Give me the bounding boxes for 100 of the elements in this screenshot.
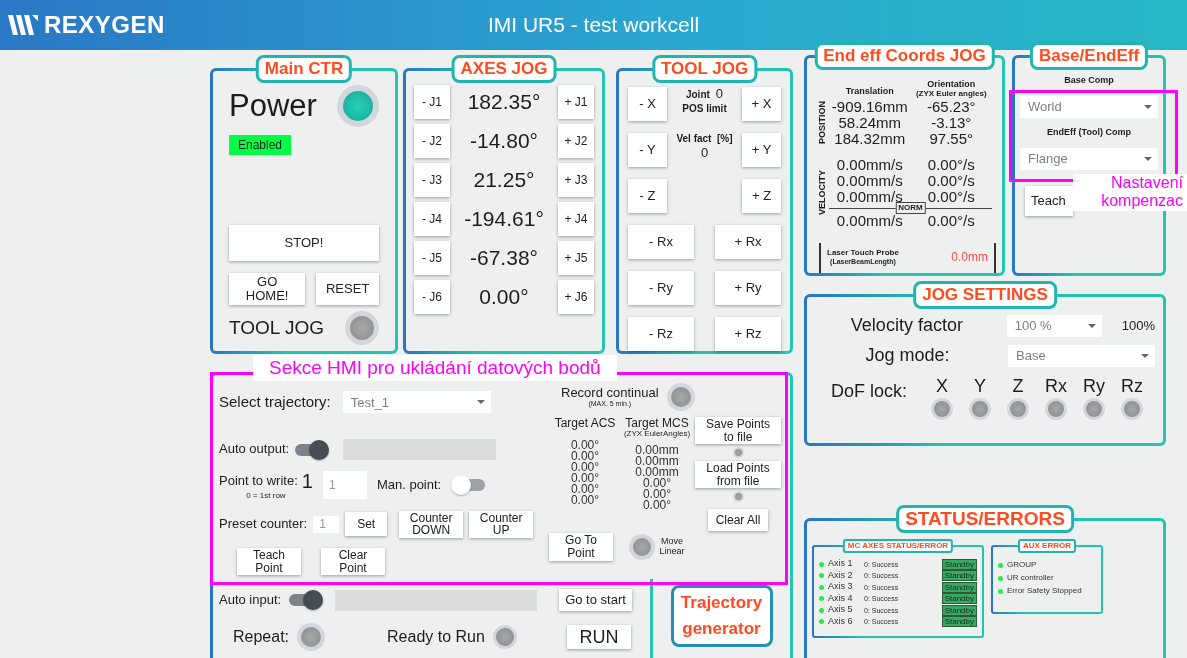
jog-plus-button[interactable]: + J2 <box>558 124 594 158</box>
jog-minus-button[interactable]: - Y <box>628 133 667 167</box>
jog-minus-button[interactable]: - Rz <box>628 317 694 351</box>
load-points-button[interactable]: Load Points from file <box>695 461 781 489</box>
stop-button[interactable]: STOP! <box>229 225 379 261</box>
axis-label: Z <box>1012 376 1024 397</box>
save-points-button[interactable]: Save Points to file <box>695 417 781 445</box>
panel-title: TOOL JOG <box>651 55 758 83</box>
aux-name: GROUP <box>1007 560 1037 570</box>
axis-name: Axis 3 <box>828 582 854 593</box>
logo-text: REXYGEN <box>44 11 165 39</box>
orientation-value: 0.00°/s <box>926 212 976 229</box>
jog-plus-button[interactable]: + J5 <box>558 241 594 275</box>
go-home-button[interactable]: GO HOME! <box>229 273 306 305</box>
jog-plus-button[interactable]: + J1 <box>558 85 594 119</box>
axis-label: Y <box>974 376 986 397</box>
jog-minus-button[interactable]: - X <box>628 87 667 121</box>
go-to-start-button[interactable]: Go to start <box>559 589 632 611</box>
base-comp-label: Base Comp <box>1064 76 1114 86</box>
target-value: 0.00mm <box>635 445 679 456</box>
orientation-header: Orientation <box>927 80 976 90</box>
toggle-switch[interactable] <box>287 590 324 610</box>
jog-minus-button[interactable]: - J3 <box>414 163 450 197</box>
target-value: 0.00° <box>570 451 600 463</box>
window-title: IMI UR5 - test workcell <box>487 13 700 37</box>
axis-label: Ry <box>1083 376 1105 397</box>
translation-value: -909.16mm <box>830 98 909 115</box>
clear-all-button[interactable]: Clear All <box>707 509 769 532</box>
dropdown[interactable]: 100 % <box>1006 314 1102 337</box>
man-point-label: Man. point: <box>376 478 442 493</box>
position-label: POSITION <box>817 101 827 145</box>
target-value: 0.00° <box>570 473 600 485</box>
dropdown[interactable]: Test_1 <box>342 391 491 413</box>
jog-minus-button[interactable]: - J6 <box>414 280 450 314</box>
annotation-label: Sekce HMI pro ukládání datových bodů <box>253 355 617 381</box>
dropdown[interactable]: World <box>1020 95 1158 118</box>
state-tag: Standby <box>941 570 977 582</box>
caret-icon <box>1087 323 1096 328</box>
dropdown[interactable]: Flange <box>1020 147 1158 170</box>
state-tag: Standby <box>941 558 977 570</box>
caret-icon <box>1144 156 1152 161</box>
jog-minus-button[interactable]: - Z <box>628 179 667 213</box>
panel-title: Main CTR <box>255 55 353 83</box>
teach-button[interactable]: Teach <box>1025 185 1073 216</box>
counter-down-button[interactable]: Counter DOWN <box>399 510 464 538</box>
jog-plus-button[interactable]: + Z <box>742 179 781 213</box>
velocity-label: VELOCITY <box>817 170 827 216</box>
clear-point-button[interactable]: Clear Point <box>321 548 385 576</box>
dropdown[interactable]: Base <box>1008 344 1155 367</box>
point-to-write-label: Point to write: <box>219 473 298 489</box>
logo-icon <box>8 15 38 35</box>
joint-value: 0 <box>715 87 724 102</box>
aux-name: Error Safety Stopped <box>1007 586 1082 596</box>
run-button[interactable]: RUN <box>566 625 631 649</box>
velocity-factor-value: 100% <box>1121 318 1155 333</box>
panel-title: End eff Coords JOG <box>814 42 995 70</box>
translation-value: 58.24mm <box>837 114 902 131</box>
set-button[interactable]: Set <box>345 512 388 537</box>
counter-up-button[interactable]: Counter UP <box>469 510 534 538</box>
axis-value: -194.61° <box>463 207 545 231</box>
jog-plus-button[interactable]: + J6 <box>558 280 594 314</box>
jog-plus-button[interactable]: + Rx <box>715 225 781 259</box>
orientation-note: (ZYX Euler angles) <box>915 89 987 99</box>
jog-plus-button[interactable]: + Rz <box>715 317 781 351</box>
go-to-point-button[interactable]: Go To Point <box>549 533 613 561</box>
jog-minus-button[interactable]: - J5 <box>414 241 450 275</box>
jog-plus-button[interactable]: + Ry <box>715 271 781 305</box>
panel-title: Trajectory generator <box>670 585 773 647</box>
reset-button[interactable]: RESET <box>316 273 379 305</box>
jog-minus-button[interactable]: - J1 <box>414 85 450 119</box>
target-value: 0.00° <box>570 495 600 507</box>
probe-label: Laser Touch Probe <box>827 249 899 259</box>
panel-title: AXES JOG <box>451 55 557 83</box>
orientation-value: -65.23° <box>927 98 976 115</box>
orientation-value: 97.55° <box>928 130 974 147</box>
orientation-value: 0.00°/s <box>926 172 976 189</box>
jog-minus-button[interactable]: - J4 <box>414 202 450 236</box>
jog-plus-button[interactable]: + X <box>742 87 781 121</box>
jog-plus-button[interactable]: + J4 <box>558 202 594 236</box>
target-value: 0.00mm <box>635 467 679 478</box>
toggle-switch[interactable] <box>293 439 330 460</box>
axis-label: Rz <box>1121 376 1143 397</box>
jog-minus-button[interactable]: - Rx <box>628 225 694 259</box>
preset-counter-label: Preset counter: <box>219 517 308 532</box>
target-value: 0.00° <box>642 489 672 500</box>
jog-plus-button[interactable]: + Y <box>742 133 781 167</box>
pos-limit-label: POS limit <box>682 103 727 115</box>
probe-value: 0.0mm <box>951 251 988 265</box>
subpanel-title: MC AXES STATUS/ERROR <box>842 538 954 553</box>
jog-plus-button[interactable]: + J3 <box>558 163 594 197</box>
move-linear-label: Move Linear <box>658 537 686 557</box>
annotation-label: Nastavení kompenzac <box>1073 174 1187 211</box>
norm-tag: NORM <box>895 201 926 214</box>
axis-name: Axis 1 <box>828 559 854 570</box>
caret-icon <box>1141 353 1149 358</box>
axis-name: Axis 2 <box>828 571 854 581</box>
axis-value: 182.35° <box>466 90 542 114</box>
jog-minus-button[interactable]: - J2 <box>414 124 450 158</box>
jog-minus-button[interactable]: - Ry <box>628 271 694 305</box>
teach-point-button[interactable]: Teach Point <box>237 548 301 576</box>
